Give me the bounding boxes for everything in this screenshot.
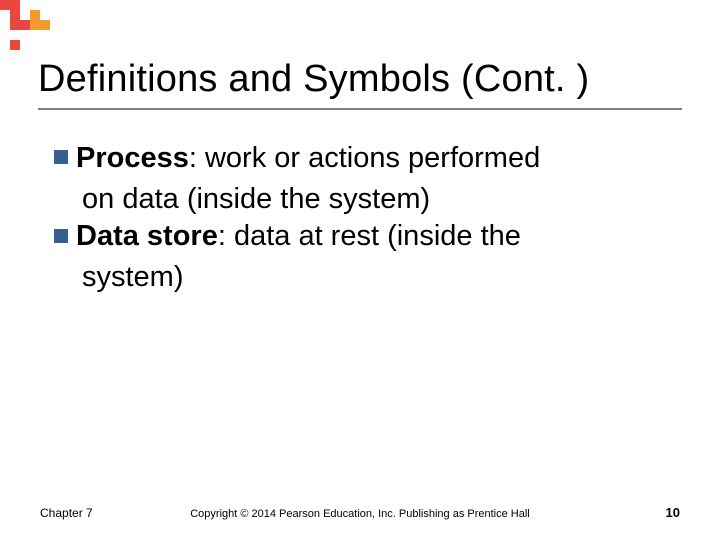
logo-pixel: [0, 0, 10, 10]
bullet-continuation: system): [54, 259, 674, 296]
footer-copyright: Copyright © 2014 Pearson Education, Inc.…: [0, 508, 720, 520]
logo-pixel: [40, 10, 50, 20]
logo-pixel: [10, 20, 20, 30]
logo-pixel: [30, 10, 40, 20]
bullet-term: Data store: [76, 220, 218, 252]
logo-pixel: [0, 20, 10, 30]
logo-pixel: [30, 40, 40, 50]
logo-pixel: [10, 30, 20, 40]
logo-pixel: [0, 40, 10, 50]
bullet-item: Data store: data at rest (inside the: [54, 218, 674, 255]
bullet-text: : data at rest (inside the: [218, 220, 521, 252]
logo-pixel: [20, 20, 30, 30]
logo-pixel: [40, 0, 50, 10]
logo-grid: [0, 0, 50, 50]
logo-pixel: [0, 30, 10, 40]
logo-pixel: [30, 20, 40, 30]
body: Process: work or actions performed on da…: [54, 140, 674, 296]
slide: Definitions and Symbols (Cont. ) Process…: [0, 0, 720, 540]
logo-pixel: [10, 0, 20, 10]
logo-pixel: [20, 10, 30, 20]
logo-pixel: [20, 30, 30, 40]
logo-pixel: [30, 0, 40, 10]
title-rule: [38, 108, 682, 110]
slide-title: Definitions and Symbols (Cont. ): [38, 58, 589, 101]
logo-pixel: [10, 10, 20, 20]
logo-pixel: [30, 30, 40, 40]
logo-pixel: [40, 20, 50, 30]
logo-pixel: [40, 30, 50, 40]
footer-page-number: 10: [666, 505, 680, 520]
bullet-square-icon: [54, 150, 68, 164]
logo-pixel: [20, 0, 30, 10]
bullet-item: Process: work or actions performed: [54, 140, 674, 177]
bullet-text: : work or actions performed: [189, 142, 540, 174]
logo-pixel: [40, 40, 50, 50]
bullet-continuation: on data (inside the system): [54, 181, 674, 218]
logo-pixel: [10, 40, 20, 50]
bullet-term: Process: [76, 142, 189, 174]
logo-pixel: [0, 10, 10, 20]
logo: [0, 0, 50, 50]
bullet-square-icon: [54, 229, 68, 243]
logo-pixel: [20, 40, 30, 50]
